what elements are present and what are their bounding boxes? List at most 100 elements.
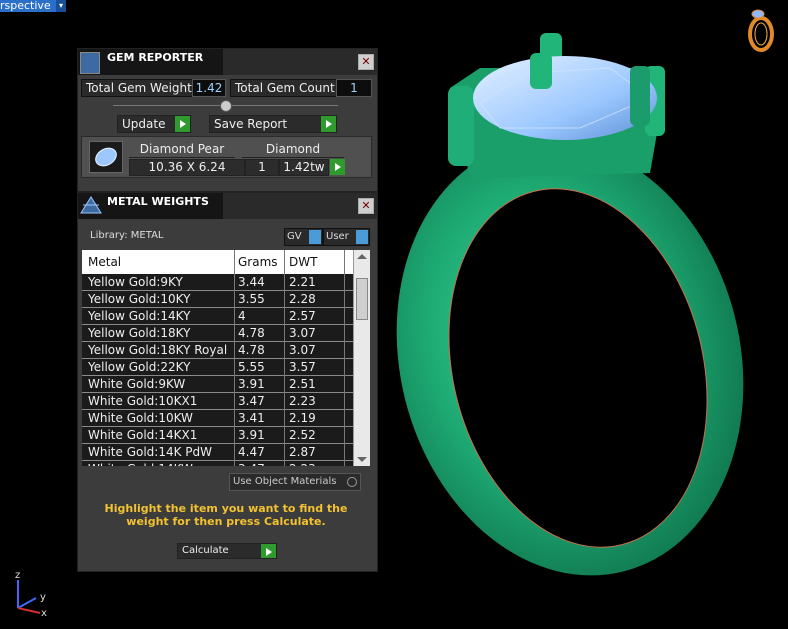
update-button-label: Update bbox=[122, 117, 166, 131]
grams-cell: 3.91 bbox=[238, 428, 265, 442]
calculate-button-label: Calculate bbox=[182, 545, 229, 556]
metal-table-scrollbar[interactable] bbox=[353, 250, 370, 466]
gem-weight: 1.42tw bbox=[279, 159, 329, 176]
gem-reporter-icon bbox=[80, 52, 100, 74]
ring-render bbox=[396, 33, 744, 576]
gem-reporter-title: GEM REPORTER bbox=[107, 51, 204, 64]
viewport-label[interactable]: rspective ▾ bbox=[0, 0, 66, 12]
update-button[interactable]: Update bbox=[117, 115, 191, 133]
grams-cell: 3.55 bbox=[238, 292, 265, 306]
gem-size: 10.36 X 6.24 bbox=[129, 159, 245, 176]
metal-table-body: Yellow Gold:9KY 3.44 2.21 Yellow Gold:10KY 3… bbox=[82, 274, 354, 466]
metal-name-cell: White Gold:14K PdW bbox=[88, 445, 213, 459]
column-divider bbox=[284, 250, 285, 466]
grams-cell: 3.41 bbox=[238, 411, 265, 425]
dwt-cell: 2.19 bbox=[289, 411, 316, 425]
dwt-cell: 3.07 bbox=[289, 326, 316, 340]
save-report-go-icon bbox=[321, 116, 336, 132]
gem-reporter-panel: GEM REPORTER ✕ Total Gem Weight 1.42 Tot… bbox=[77, 48, 378, 192]
metal-weights-close-button[interactable]: ✕ bbox=[358, 198, 374, 214]
splitter-handle[interactable] bbox=[220, 100, 232, 112]
gem-type: Diamond bbox=[242, 142, 344, 158]
axis-x-label: x bbox=[41, 608, 47, 618]
dwt-cell: 2.23 bbox=[289, 461, 316, 466]
viewport-label-text: rspective bbox=[0, 0, 51, 12]
grams-cell: 3.91 bbox=[238, 377, 265, 391]
table-row[interactable]: Yellow Gold:14KY 4 2.57 bbox=[82, 308, 354, 325]
table-row[interactable]: White Gold:14K PdW 4.47 2.87 bbox=[82, 444, 354, 461]
metal-name-cell: White Gold:10KX1 bbox=[88, 394, 198, 408]
dwt-cell: 2.57 bbox=[289, 309, 316, 323]
metal-name-cell: Yellow Gold:22KY bbox=[88, 360, 191, 374]
grams-cell: 4 bbox=[238, 309, 246, 323]
dwt-cell: 2.51 bbox=[289, 377, 316, 391]
axis-gizmo: z y x bbox=[15, 570, 47, 618]
gem-name: Diamond Pear bbox=[129, 142, 235, 158]
metal-name-cell: White Gold:9KW bbox=[88, 377, 186, 391]
grams-cell: 5.55 bbox=[238, 360, 265, 374]
metal-name-cell: White Gold:14KW bbox=[88, 461, 193, 466]
save-report-button-label: Save Report bbox=[214, 117, 288, 131]
column-divider bbox=[344, 250, 345, 466]
scroll-up-icon[interactable] bbox=[357, 254, 367, 259]
viewport-dropdown-icon[interactable]: ▾ bbox=[56, 0, 66, 12]
calculate-go-icon bbox=[261, 544, 276, 558]
table-row[interactable]: White Gold:10KX1 3.47 2.23 bbox=[82, 393, 354, 410]
grams-cell: 4.78 bbox=[238, 326, 265, 340]
total-gem-count-label: Total Gem Count bbox=[230, 79, 337, 97]
gv-label: GV bbox=[287, 231, 302, 242]
library-label: Library: METAL bbox=[90, 230, 164, 241]
metal-name-cell: Yellow Gold:14KY bbox=[88, 309, 191, 323]
column-header-grams[interactable]: Grams bbox=[238, 255, 278, 269]
gem-count: 1 bbox=[245, 159, 279, 176]
scroll-down-icon[interactable] bbox=[357, 457, 367, 462]
grams-cell: 4.78 bbox=[238, 343, 265, 357]
user-toggle-indicator bbox=[356, 230, 368, 244]
grams-cell: 4.47 bbox=[238, 445, 265, 459]
table-row[interactable]: Yellow Gold:22KY 5.55 3.57 bbox=[82, 359, 354, 376]
ring-view-icon[interactable] bbox=[745, 4, 779, 54]
gem-reporter-close-button[interactable]: ✕ bbox=[358, 54, 374, 70]
dwt-cell: 2.28 bbox=[289, 292, 316, 306]
instruction-text: Highlight the item you want to find the … bbox=[104, 502, 348, 528]
use-object-materials-checkbox[interactable]: Use Object Materials bbox=[229, 473, 361, 491]
user-toggle[interactable]: User bbox=[323, 228, 370, 246]
metal-name-cell: White Gold:10KW bbox=[88, 411, 193, 425]
dwt-cell: 2.21 bbox=[289, 275, 316, 289]
table-row[interactable]: White Gold:14KW 3.47 2.23 bbox=[82, 461, 354, 466]
table-row[interactable]: Yellow Gold:18KY Royal 4.78 3.07 bbox=[82, 342, 354, 359]
metal-name-cell: Yellow Gold:18KY bbox=[88, 326, 191, 340]
dwt-cell: 2.87 bbox=[289, 445, 316, 459]
column-divider bbox=[234, 250, 235, 466]
use-object-materials-radio-icon bbox=[347, 477, 357, 487]
grams-cell: 3.47 bbox=[238, 461, 265, 466]
axis-y-label: y bbox=[40, 592, 46, 603]
table-row[interactable]: White Gold:9KW 3.91 2.51 bbox=[82, 376, 354, 393]
user-label: User bbox=[326, 231, 349, 242]
table-row[interactable]: Yellow Gold:18KY 4.78 3.07 bbox=[82, 325, 354, 342]
scrollbar-thumb[interactable] bbox=[356, 278, 368, 320]
metal-name-cell: Yellow Gold:18KY Royal bbox=[88, 343, 228, 357]
metal-name-cell: Yellow Gold:9KY bbox=[88, 275, 183, 289]
scale-icon bbox=[80, 196, 102, 214]
column-header-dwt[interactable]: DWT bbox=[289, 255, 317, 269]
save-report-button[interactable]: Save Report bbox=[209, 115, 337, 133]
table-row[interactable]: Yellow Gold:10KY 3.55 2.28 bbox=[82, 291, 354, 308]
column-header-metal[interactable]: Metal bbox=[88, 255, 121, 269]
gem-row[interactable]: Diamond Pear Diamond 10.36 X 6.24 1 1.42… bbox=[81, 136, 372, 178]
total-gem-weight-value: 1.42 bbox=[192, 79, 226, 97]
calculate-button[interactable]: Calculate bbox=[177, 543, 277, 559]
update-go-icon bbox=[175, 116, 190, 132]
gv-toggle[interactable]: GV bbox=[284, 228, 323, 246]
total-gem-weight-label: Total Gem Weight bbox=[81, 79, 195, 97]
gem-go-button[interactable] bbox=[330, 159, 345, 175]
dwt-cell: 3.07 bbox=[289, 343, 316, 357]
metal-table[interactable]: Metal Grams DWT Yellow Gold:9KY 3.44 2.21 Y… bbox=[82, 250, 370, 466]
table-row[interactable]: White Gold:10KW 3.41 2.19 bbox=[82, 410, 354, 427]
gv-toggle-indicator bbox=[309, 230, 321, 244]
use-object-materials-label: Use Object Materials bbox=[233, 476, 337, 487]
gem-thumbnail bbox=[89, 141, 123, 173]
table-row[interactable]: White Gold:14KX1 3.91 2.52 bbox=[82, 427, 354, 444]
table-row[interactable]: Yellow Gold:9KY 3.44 2.21 bbox=[82, 274, 354, 291]
grams-cell: 3.47 bbox=[238, 394, 265, 408]
